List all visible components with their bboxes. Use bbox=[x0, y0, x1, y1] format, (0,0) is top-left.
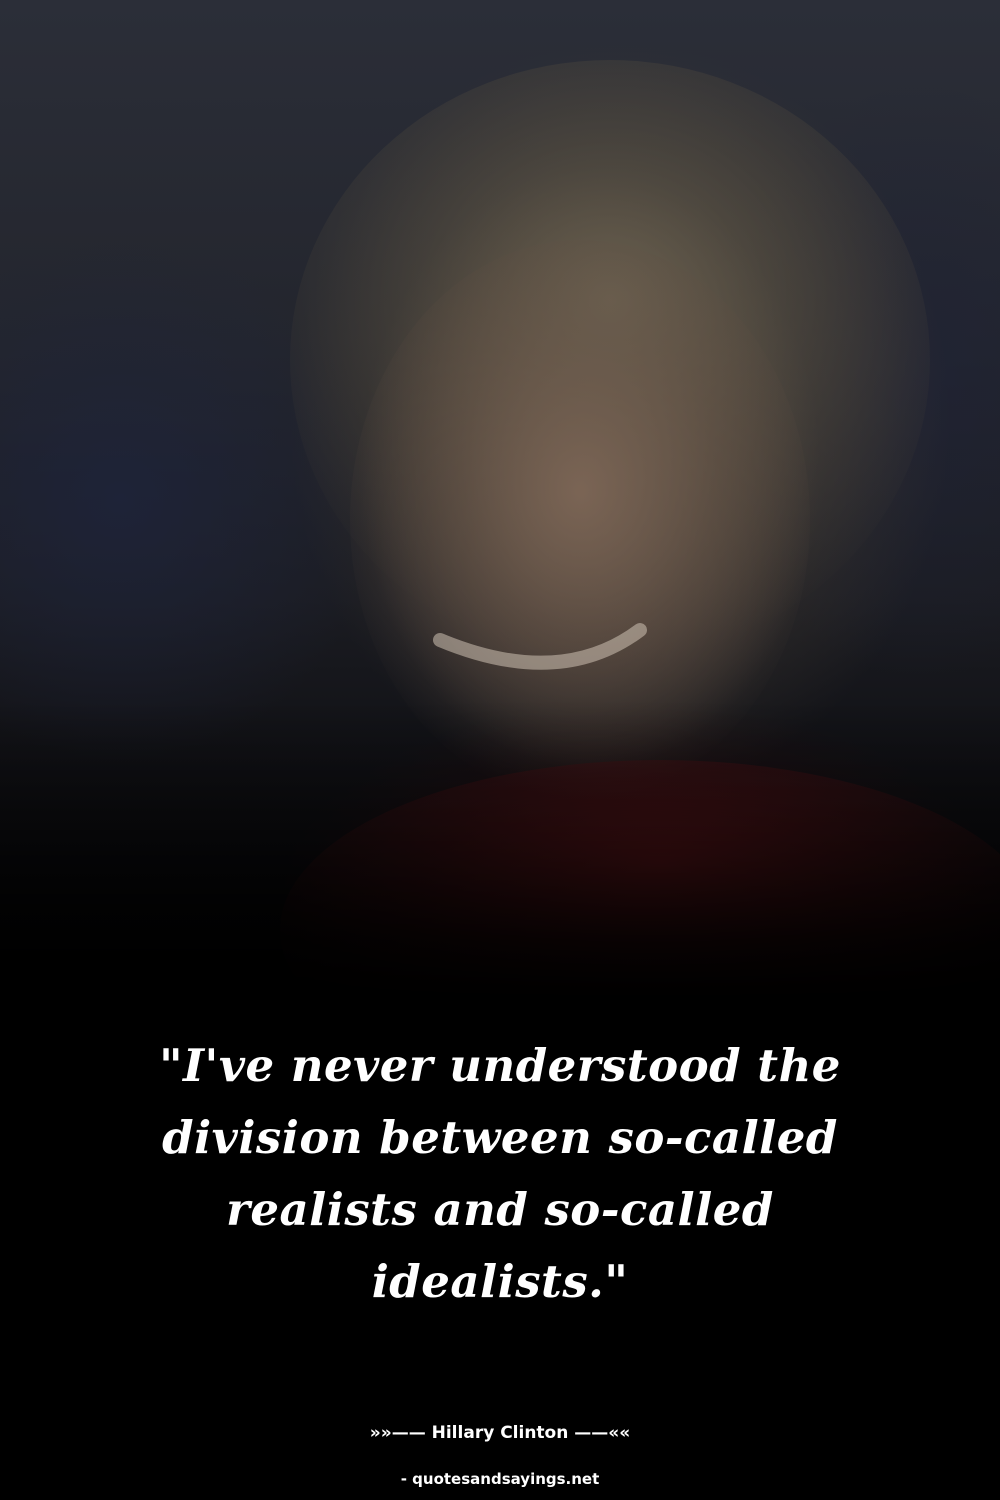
author-line: »»—— Hillary Clinton ——«« bbox=[369, 1423, 631, 1443]
photo-fade-overlay bbox=[0, 700, 1000, 1000]
quote-card: "I've never understood the division betw… bbox=[0, 0, 1000, 1500]
background-photo bbox=[0, 0, 1000, 1000]
quote-text: "I've never understood the division betw… bbox=[159, 1039, 841, 1308]
source-line: - quotesandsayings.net bbox=[400, 1470, 600, 1488]
